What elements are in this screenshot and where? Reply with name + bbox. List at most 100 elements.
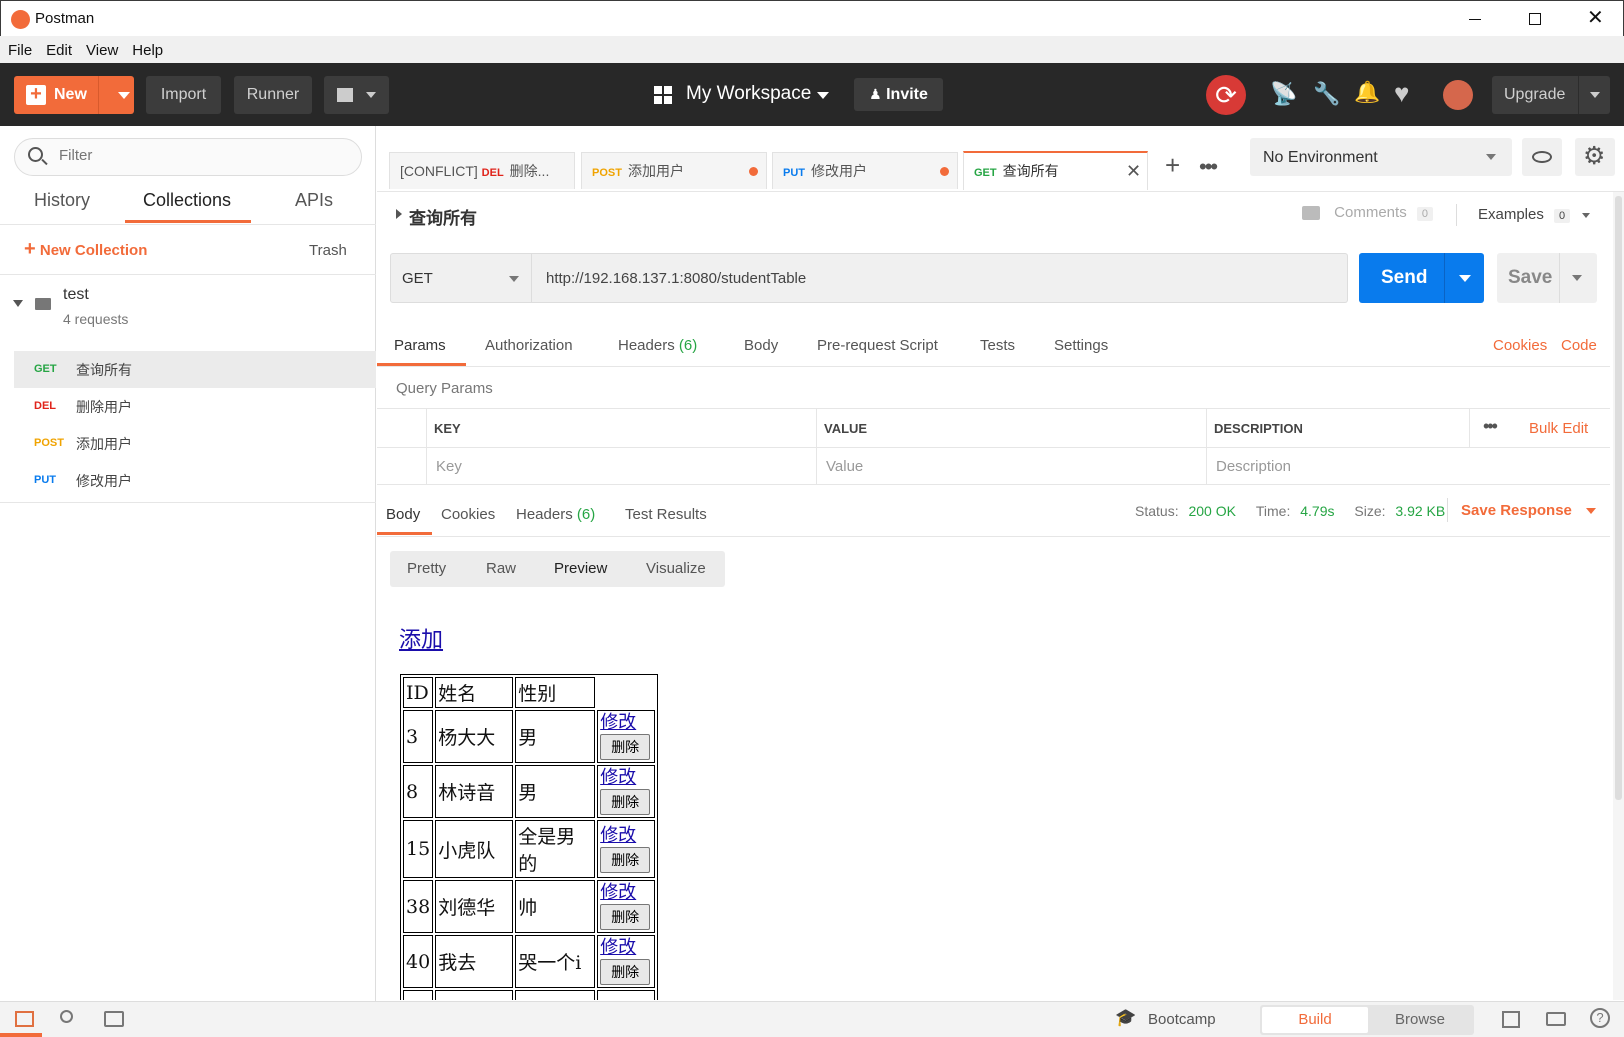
build-button[interactable]: Build bbox=[1262, 1007, 1368, 1033]
view-visualize[interactable]: Visualize bbox=[646, 560, 706, 577]
view-preview[interactable]: Preview bbox=[554, 560, 607, 577]
cell-id: 40 bbox=[403, 935, 434, 988]
edit-link[interactable]: 修改 bbox=[600, 825, 652, 846]
bulk-edit-link[interactable]: Bulk Edit bbox=[1529, 420, 1588, 437]
edit-link[interactable]: 修改 bbox=[600, 713, 652, 733]
menu-file[interactable]: File bbox=[1, 36, 39, 66]
tab-params[interactable]: Params bbox=[394, 337, 446, 354]
delete-button[interactable]: 删除 bbox=[600, 789, 651, 815]
add-tab-icon[interactable]: + bbox=[1165, 150, 1180, 181]
heart-icon[interactable]: ♥ bbox=[1394, 78, 1409, 109]
environment-select[interactable]: No Environment bbox=[1250, 138, 1512, 176]
sync-icon[interactable]: ⟳ bbox=[1206, 75, 1246, 115]
table-row: 3 杨大大 男 修改 删除 bbox=[403, 710, 656, 763]
chevron-down-icon[interactable] bbox=[118, 92, 130, 99]
request-tab[interactable]: [CONFLICT] DEL 删除... bbox=[389, 152, 575, 189]
response-tab-headers[interactable]: Headers (6) bbox=[516, 506, 595, 523]
close-icon[interactable]: ✕ bbox=[1126, 153, 1141, 189]
delete-button[interactable]: 删除 bbox=[600, 846, 651, 873]
method-label: GET bbox=[402, 270, 433, 287]
maximize-icon[interactable] bbox=[1529, 13, 1541, 25]
tab-authorization[interactable]: Authorization bbox=[485, 337, 573, 354]
scrollbar[interactable] bbox=[1613, 192, 1624, 1000]
runner-button[interactable]: Runner bbox=[234, 76, 312, 114]
browse-button[interactable]: Browse bbox=[1368, 1007, 1472, 1033]
satellite-icon[interactable]: 📡 bbox=[1270, 81, 1297, 107]
console-icon[interactable] bbox=[104, 1011, 124, 1027]
delete-button[interactable]: 删除 bbox=[600, 734, 651, 760]
save-button[interactable]: Save bbox=[1497, 253, 1597, 303]
bell-icon[interactable]: 🔔 bbox=[1354, 81, 1380, 105]
request-tab-active[interactable]: GET 查询所有 ✕ bbox=[963, 151, 1148, 190]
description-input[interactable]: Description bbox=[1216, 458, 1291, 475]
bootcamp-link[interactable]: Bootcamp bbox=[1148, 1011, 1216, 1028]
new-button[interactable]: + New bbox=[14, 76, 134, 114]
tab-collections[interactable]: Collections bbox=[143, 190, 231, 211]
cookies-link[interactable]: Cookies bbox=[1493, 337, 1547, 354]
wrench-icon[interactable]: 🔧 bbox=[1313, 81, 1340, 107]
list-item[interactable]: DEL 删除用户 bbox=[14, 388, 376, 425]
response-tab-body[interactable]: Body bbox=[386, 506, 420, 523]
code-link[interactable]: Code bbox=[1561, 337, 1597, 354]
eye-button[interactable] bbox=[1522, 138, 1562, 176]
tab-body[interactable]: Body bbox=[744, 337, 778, 354]
method-select[interactable]: GET bbox=[390, 253, 532, 303]
menu-view[interactable]: View bbox=[79, 36, 125, 66]
keyboard-icon[interactable] bbox=[1546, 1012, 1566, 1026]
value-input[interactable]: Value bbox=[826, 458, 863, 475]
save-response-button[interactable]: Save Response bbox=[1461, 502, 1597, 519]
view-raw[interactable]: Raw bbox=[486, 560, 516, 577]
find-icon[interactable] bbox=[60, 1010, 73, 1023]
request-tab[interactable]: POST 添加用户 bbox=[581, 152, 767, 189]
url-input[interactable]: http://192.168.137.1:8080/studentTable bbox=[532, 253, 1348, 303]
upgrade-button[interactable]: Upgrade bbox=[1492, 76, 1610, 114]
list-item[interactable]: POST 添加用户 bbox=[14, 425, 376, 462]
tab-headers[interactable]: Headers (6) bbox=[618, 337, 697, 354]
help-icon[interactable]: ? bbox=[1590, 1008, 1610, 1028]
view-pretty[interactable]: Pretty bbox=[407, 560, 446, 577]
edit-link[interactable]: 修改 bbox=[600, 883, 652, 903]
response-tab-test-results[interactable]: Test Results bbox=[625, 506, 707, 523]
avatar[interactable] bbox=[1443, 80, 1473, 110]
delete-button[interactable]: 删除 bbox=[600, 904, 651, 930]
menu-edit[interactable]: Edit bbox=[39, 36, 79, 66]
key-input[interactable]: Key bbox=[436, 458, 462, 475]
tab-prerequest[interactable]: Pre-request Script bbox=[817, 337, 938, 354]
tab-tests[interactable]: Tests bbox=[980, 337, 1015, 354]
cell-name: 杨大大 bbox=[435, 710, 514, 763]
close-icon[interactable]: ✕ bbox=[1587, 5, 1604, 30]
delete-button[interactable]: 删除 bbox=[600, 959, 651, 985]
edit-link[interactable]: 修改 bbox=[600, 938, 652, 958]
list-item[interactable]: PUT 修改用户 bbox=[14, 462, 376, 499]
collection-test[interactable]: test 4 requests bbox=[0, 276, 376, 346]
more-tabs-icon[interactable]: ••• bbox=[1199, 154, 1218, 180]
invite-button[interactable]: ♟ Invite bbox=[854, 78, 943, 111]
two-pane-icon[interactable] bbox=[1502, 1011, 1520, 1028]
examples-button[interactable]: Examples 0 bbox=[1478, 206, 1591, 223]
response-tab-cookies[interactable]: Cookies bbox=[441, 506, 495, 523]
new-collection-button[interactable]: + New Collection bbox=[24, 238, 147, 261]
settings-button[interactable]: ⚙ bbox=[1575, 138, 1615, 176]
import-button[interactable]: Import bbox=[146, 76, 221, 114]
edit-link[interactable]: 修改 bbox=[600, 768, 652, 788]
comments-button[interactable]: Comments 0 bbox=[1302, 204, 1433, 221]
menu-help[interactable]: Help bbox=[125, 36, 170, 66]
filter-input[interactable] bbox=[59, 147, 339, 164]
list-item[interactable]: GET 查询所有 bbox=[14, 351, 376, 388]
chevron-down-icon[interactable] bbox=[1572, 275, 1582, 281]
send-button[interactable]: Send bbox=[1359, 253, 1484, 303]
tab-settings[interactable]: Settings bbox=[1054, 337, 1108, 354]
caret-right-icon[interactable] bbox=[396, 209, 402, 219]
more-icon[interactable]: ••• bbox=[1483, 416, 1498, 437]
tab-apis[interactable]: APIs bbox=[295, 190, 333, 211]
filter-box[interactable] bbox=[14, 138, 362, 176]
tab-history[interactable]: History bbox=[34, 190, 90, 211]
chevron-down-icon bbox=[817, 92, 829, 99]
add-link[interactable]: 添加 bbox=[399, 622, 443, 654]
minimize-icon[interactable] bbox=[1469, 19, 1481, 20]
new-window-button[interactable] bbox=[324, 76, 389, 114]
request-tab[interactable]: PUT 修改用户 bbox=[772, 152, 958, 189]
trash-link[interactable]: Trash bbox=[309, 242, 347, 259]
sidebar-toggle-icon[interactable] bbox=[15, 1011, 34, 1027]
chevron-down-icon[interactable] bbox=[1459, 275, 1471, 282]
